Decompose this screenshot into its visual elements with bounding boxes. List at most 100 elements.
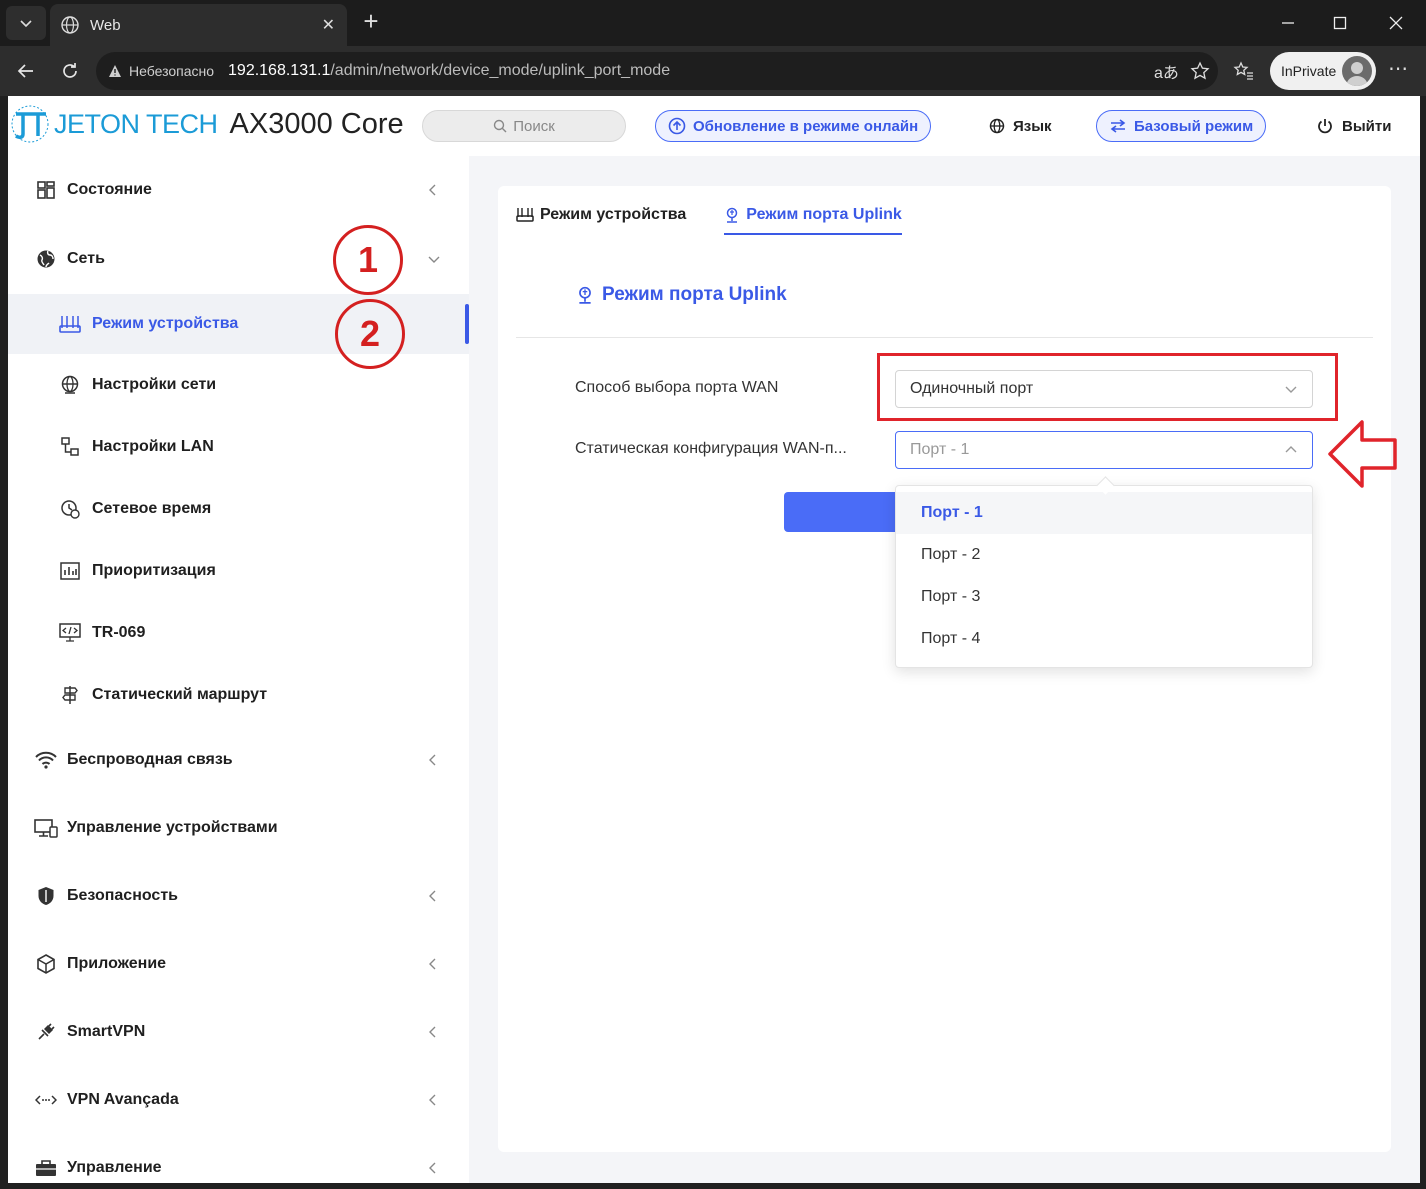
annotation-step-2: 2	[335, 299, 405, 369]
sidebar-item-label: Сеть	[67, 250, 105, 267]
basic-mode-label: Базовый режим	[1134, 117, 1254, 135]
router-admin-page: JETON TECH AX3000 Core Поиск Обновление …	[8, 96, 1420, 1183]
sidebar-item-network-settings[interactable]: Настройки сети	[8, 354, 469, 416]
tab-uplink-port-mode[interactable]: Режим порта Uplink	[724, 200, 902, 235]
close-icon	[1389, 16, 1403, 30]
sidebar-item-label: Сетевое время	[92, 500, 212, 517]
address-bar[interactable]: Небезопасно 192.168.131.1/admin/network/…	[96, 52, 1218, 90]
close-tab-icon[interactable]: ✕	[322, 15, 335, 35]
arrow-left-icon	[17, 64, 33, 78]
chevron-up-icon	[1284, 443, 1298, 457]
swap-icon	[1109, 119, 1127, 133]
sidebar-item-application[interactable]: Приложение	[8, 930, 469, 998]
sidebar-item-label: Режим устройства	[92, 315, 239, 332]
logout-label: Выйти	[1342, 117, 1392, 135]
jeton-logo-icon	[11, 105, 49, 143]
online-update-button[interactable]: Обновление в режиме онлайн	[655, 110, 932, 142]
sidebar-item-label: Состояние	[67, 181, 152, 198]
back-button[interactable]	[10, 56, 42, 86]
sidebar-item-label: Безопасность	[67, 887, 178, 904]
translate-icon: aあ	[1154, 65, 1179, 82]
favorites-button[interactable]	[1228, 56, 1260, 86]
sidebar-item-security[interactable]: Безопасность	[8, 862, 469, 930]
reload-icon	[63, 63, 77, 78]
favorite-button[interactable]	[1190, 52, 1210, 90]
url-path: /admin/network/device_mode/uplink_port_m…	[330, 62, 671, 79]
dropdown-option[interactable]: Порт - 4	[896, 618, 1312, 660]
static-wan-port-select[interactable]: Порт - 1	[895, 431, 1313, 469]
sidebar-item-label: Управление	[67, 1159, 162, 1176]
sidebar-item-device-management[interactable]: Управление устройствами	[8, 794, 469, 862]
dropdown-option[interactable]: Порт - 2	[896, 534, 1312, 576]
translate-button[interactable]: aあ	[1154, 52, 1179, 90]
section-title-text: Режим порта Uplink	[602, 284, 787, 305]
sidebar-item-static-route[interactable]: Статический маршрут	[8, 664, 469, 726]
dropdown-option[interactable]: Порт - 1	[896, 492, 1312, 534]
new-tab-button[interactable]: +	[356, 7, 386, 37]
router-icon	[58, 312, 82, 336]
globe-icon	[60, 15, 80, 35]
star-icon	[1190, 61, 1210, 80]
maximize-button[interactable]	[1320, 8, 1360, 38]
sidebar-item-label: Статический маршрут	[92, 686, 268, 703]
browser-tab[interactable]: Web ✕	[50, 4, 347, 46]
plug-icon	[34, 1020, 58, 1044]
sidebar-item-status[interactable]: Состояние	[8, 156, 469, 224]
annotation-step-1: 1	[333, 225, 403, 295]
sidebar-item-wireless[interactable]: Беспроводная связь	[8, 726, 469, 794]
url-host: 192.168.131.1	[228, 62, 331, 79]
sidebar-item-label: Настройки сети	[92, 376, 217, 393]
logout-button[interactable]: Выйти	[1316, 110, 1391, 142]
device-model: AX3000 Core	[229, 107, 404, 140]
power-icon	[1316, 117, 1334, 135]
lan-icon	[58, 435, 82, 459]
tab-label: Режим устройства	[540, 206, 687, 223]
sidebar-item-advanced-vpn[interactable]: VPN Avançada	[8, 1066, 469, 1134]
sidebar-item-label: SmartVPN	[67, 1023, 146, 1040]
globe-icon	[989, 118, 1005, 134]
online-update-label: Обновление в режиме онлайн	[693, 117, 919, 135]
sidebar-item-tr069[interactable]: TR-069	[8, 602, 469, 664]
search-icon	[493, 119, 507, 133]
logo[interactable]: JETON TECH AX3000 Core	[10, 104, 404, 144]
chevron-left-icon	[428, 1162, 438, 1174]
cube-icon	[34, 952, 58, 976]
divider	[516, 337, 1373, 338]
inprivate-badge[interactable]: InPrivate	[1270, 52, 1376, 90]
maximize-icon	[1333, 16, 1347, 30]
tab-device-mode[interactable]: Режим устройства	[516, 200, 686, 230]
sidebar-item-prioritization[interactable]: Приоритизация	[8, 540, 469, 602]
sidebar-item-lan-settings[interactable]: Настройки LAN	[8, 416, 469, 478]
favorites-list-icon	[1233, 61, 1253, 80]
browser-tab-bar: Web ✕ +	[0, 0, 1426, 46]
top-navigation: JETON TECH AX3000 Core Поиск Обновление …	[8, 96, 1420, 156]
sidebar-item-smartvpn[interactable]: SmartVPN	[8, 998, 469, 1066]
active-indicator	[465, 304, 469, 344]
not-secure-label: Небезопасно	[129, 63, 215, 79]
dropdown-option[interactable]: Порт - 3	[896, 576, 1312, 618]
tab-list-button[interactable]	[6, 6, 46, 40]
signpost-icon	[58, 683, 82, 707]
more-options-icon[interactable]: ⋯	[1388, 56, 1408, 81]
search-placeholder: Поиск	[513, 117, 555, 135]
language-label: Язык	[1013, 117, 1052, 135]
close-window-button[interactable]	[1376, 8, 1416, 38]
warning-icon	[109, 65, 121, 77]
sidebar-item-network-time[interactable]: Сетевое время	[8, 478, 469, 540]
uplink-icon	[724, 207, 740, 223]
tab-title: Web	[90, 16, 121, 34]
sidebar-item-management[interactable]: Управление	[8, 1134, 469, 1183]
chevron-left-icon	[428, 958, 438, 970]
router-icon	[516, 207, 534, 223]
search-input[interactable]: Поиск	[422, 110, 626, 142]
code-arrows-icon	[34, 1088, 58, 1112]
language-button[interactable]: Язык	[989, 110, 1052, 142]
static-config-value: Порт - 1	[910, 441, 970, 458]
chevron-left-icon	[428, 890, 438, 902]
basic-mode-button[interactable]: Базовый режим	[1096, 110, 1267, 142]
globe-icon	[58, 373, 82, 397]
reload-button[interactable]	[54, 56, 86, 86]
chevron-left-icon	[428, 1094, 438, 1106]
not-secure-indicator[interactable]: Небезопасно	[108, 63, 214, 79]
minimize-button[interactable]	[1268, 8, 1308, 38]
